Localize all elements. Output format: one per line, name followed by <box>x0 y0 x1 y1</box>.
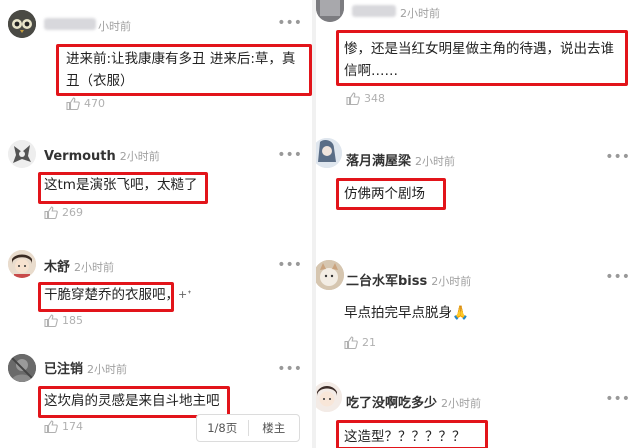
like-count: 21 <box>362 336 376 349</box>
user-avatar[interactable] <box>316 260 344 290</box>
timestamp: 2小时前 <box>87 363 128 376</box>
comment-text: 早点拍完早点脱身🙏 <box>344 305 469 321</box>
user-avatar[interactable] <box>316 138 342 168</box>
comment-item: 落月满屋梁 2小时前 ••• 仿佛两个剧场 <box>316 138 640 218</box>
like-button[interactable]: 348 <box>346 92 385 105</box>
thumb-up-icon <box>44 206 58 219</box>
username[interactable] <box>44 18 96 30</box>
more-dots-icon[interactable]: ••• <box>605 270 630 284</box>
like-count: 185 <box>62 314 83 327</box>
like-button[interactable]: 21 <box>344 336 376 349</box>
username[interactable]: 木舒 <box>44 256 70 275</box>
timestamp: 2小时前 <box>74 261 115 274</box>
timestamp: 2小时前 <box>119 150 160 163</box>
more-dots-icon[interactable]: ••• <box>277 16 302 30</box>
timestamp: 2小时前 <box>431 275 472 288</box>
comment-item: 2小时前 惨，还是当红女明星做主角的待遇，说出去谁信啊…… 348 <box>316 0 640 120</box>
thumb-up-icon <box>346 92 360 105</box>
more-dots-icon[interactable]: ••• <box>277 148 302 162</box>
timestamp: 小时前 <box>98 20 131 33</box>
username[interactable]: 已注销 <box>44 358 83 377</box>
comment-header: 木舒 2小时前 <box>44 256 114 275</box>
comment-header: 已注销 2小时前 <box>44 358 127 377</box>
pager: 1/8页 楼主 <box>196 414 300 442</box>
like-button[interactable]: 174 <box>44 420 83 433</box>
like-count: 470 <box>84 97 105 110</box>
like-count: 174 <box>62 420 83 433</box>
comment-item: 吃了没啊吃多少 2小时前 ••• 这造型？？？？？？ <box>316 378 640 448</box>
highlight-box <box>336 30 628 86</box>
user-avatar[interactable] <box>8 354 36 382</box>
more-dots-icon[interactable]: ••• <box>605 150 630 164</box>
thumb-up-icon <box>344 336 358 349</box>
user-avatar[interactable] <box>316 382 342 412</box>
username[interactable]: 落月满屋梁 <box>346 150 411 169</box>
highlight-box <box>336 420 488 448</box>
user-avatar[interactable] <box>8 10 36 38</box>
timestamp: 2小时前 <box>400 7 440 20</box>
thumb-up-icon <box>44 314 58 327</box>
highlight-box <box>38 172 208 204</box>
like-count: 348 <box>364 92 385 105</box>
thumb-up-icon <box>66 97 80 110</box>
right-comment-column: 2小时前 惨，还是当红女明星做主角的待遇，说出去谁信啊…… 348 落月满屋梁 … <box>316 0 640 448</box>
more-dots-icon[interactable]: ••• <box>605 392 630 406</box>
user-avatar[interactable] <box>8 140 36 168</box>
comment-header: 小时前 <box>44 18 131 34</box>
op-only-button[interactable]: 楼主 <box>249 415 300 441</box>
like-count: 269 <box>62 206 83 219</box>
comment-header: 落月满屋梁 2小时前 <box>346 150 455 169</box>
username[interactable] <box>352 5 396 17</box>
user-avatar[interactable] <box>8 250 36 278</box>
emoji-extra: +ᐩ <box>178 288 192 301</box>
comment-item: 二台水军biss 2小时前 ••• 早点拍完早点脱身🙏 21 <box>316 256 640 356</box>
comment-header: 吃了没啊吃多少 2小时前 <box>346 392 481 411</box>
like-button[interactable]: 470 <box>66 97 105 110</box>
comment-item: 木舒 2小时前 ••• 干脆穿楚乔的衣服吧， +ᐩ 185 <box>0 248 312 338</box>
highlight-box <box>336 178 446 210</box>
like-button[interactable]: 185 <box>44 314 83 327</box>
like-button[interactable]: 269 <box>44 206 83 219</box>
username[interactable]: Vermouth <box>44 149 116 164</box>
thumb-up-icon <box>44 420 58 433</box>
page-indicator-button[interactable]: 1/8页 <box>197 415 248 441</box>
user-avatar[interactable] <box>316 0 344 22</box>
username[interactable]: 吃了没啊吃多少 <box>346 392 437 411</box>
username[interactable]: 二台水军biss <box>346 270 427 289</box>
more-dots-icon[interactable]: ••• <box>277 362 302 376</box>
comment-item: 小时前 ••• 进来前:让我康康有多丑 进来后:草，真丑（衣服） 470 <box>0 0 312 110</box>
timestamp: 2小时前 <box>415 155 456 168</box>
left-comment-column: 小时前 ••• 进来前:让我康康有多丑 进来后:草，真丑（衣服） 470 Ver… <box>0 0 312 448</box>
highlight-box <box>38 282 174 312</box>
comment-item: Vermouth 2小时前 ••• 这tm是演张飞吧，太糙了 269 <box>0 138 312 228</box>
comment-header: 2小时前 <box>352 5 440 21</box>
comment-header: Vermouth 2小时前 <box>44 148 160 164</box>
highlight-box <box>56 44 312 96</box>
timestamp: 2小时前 <box>441 397 482 410</box>
more-dots-icon[interactable]: ••• <box>277 258 302 272</box>
comment-header: 二台水军biss 2小时前 <box>346 270 471 289</box>
